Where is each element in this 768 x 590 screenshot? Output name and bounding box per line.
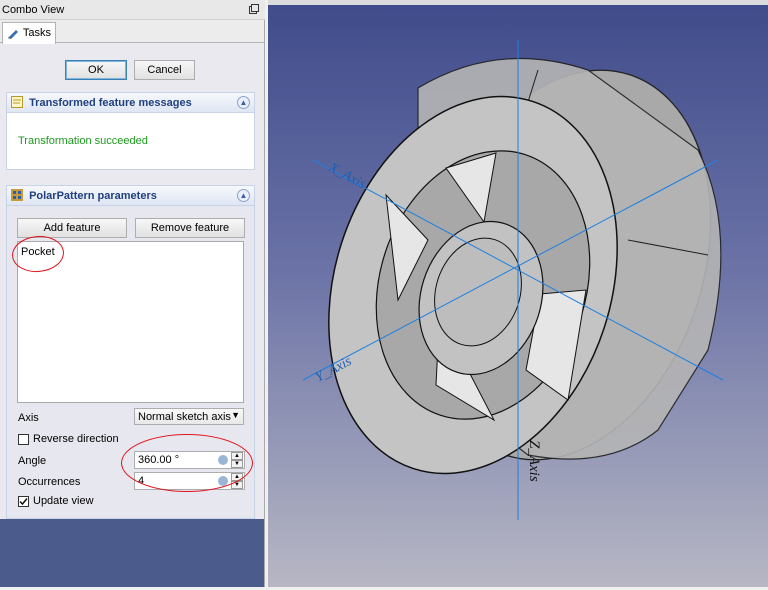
tab-bar: Tasks bbox=[0, 20, 265, 44]
pencil-icon bbox=[7, 27, 23, 40]
combo-view-title-text: Combo View bbox=[2, 4, 65, 16]
collapse-icon[interactable]: ▲ bbox=[237, 189, 250, 202]
messages-box-title: Transformed feature messages bbox=[29, 97, 192, 109]
collapse-icon[interactable]: ▲ bbox=[237, 96, 250, 109]
remove-feature-button[interactable]: Remove feature bbox=[135, 218, 245, 238]
tab-tasks-label: Tasks bbox=[22, 27, 51, 39]
annotation-circle bbox=[121, 434, 253, 492]
angle-label: Angle bbox=[18, 455, 47, 467]
polar-pattern-icon bbox=[11, 189, 29, 202]
3d-viewport[interactable]: X_Axis Y_Axis Z_Axis bbox=[268, 0, 768, 587]
axis-select-value: Normal sketch axis bbox=[138, 411, 231, 423]
reverse-direction-label: Reverse direction bbox=[33, 433, 119, 445]
cancel-button[interactable]: Cancel bbox=[134, 60, 195, 80]
polar-box-title: PolarPattern parameters bbox=[29, 190, 157, 202]
combo-view-title: Combo View bbox=[0, 0, 265, 20]
transformed-feature-messages-box: Transformed feature messages ▲ Transform… bbox=[6, 92, 255, 170]
axis-select[interactable]: Normal sketch axis ▼ bbox=[134, 408, 244, 425]
pulley-model: X_Axis Y_Axis Z_Axis bbox=[302, 40, 724, 520]
message-icon bbox=[11, 96, 29, 109]
viewport-top-border bbox=[268, 0, 768, 5]
combo-view-panel: Combo View Tasks OK Cancel Transformed f… bbox=[0, 0, 265, 587]
axis-label: Axis bbox=[18, 412, 39, 424]
ok-button[interactable]: OK bbox=[65, 60, 127, 80]
chevron-down-icon: ▼ bbox=[231, 410, 240, 420]
task-panel-content: OK Cancel Transformed feature messages ▲… bbox=[0, 44, 264, 519]
polar-box-header[interactable]: PolarPattern parameters ▲ bbox=[7, 186, 254, 206]
update-view-label: Update view bbox=[33, 495, 94, 507]
z-axis-label: Z_Axis bbox=[526, 440, 542, 482]
reverse-direction-checkbox[interactable] bbox=[18, 434, 29, 445]
add-feature-button[interactable]: Add feature bbox=[17, 218, 127, 238]
update-view-checkbox[interactable] bbox=[18, 496, 29, 507]
undock-icon[interactable] bbox=[249, 4, 259, 14]
status-message: Transformation succeeded bbox=[18, 135, 148, 147]
task-panel: OK Cancel Transformed feature messages ▲… bbox=[0, 44, 264, 587]
messages-box-header[interactable]: Transformed feature messages ▲ bbox=[7, 93, 254, 113]
x-axis-label: X_Axis bbox=[325, 160, 368, 193]
occurrences-label: Occurrences bbox=[18, 476, 81, 488]
tab-tasks[interactable]: Tasks bbox=[2, 22, 56, 44]
